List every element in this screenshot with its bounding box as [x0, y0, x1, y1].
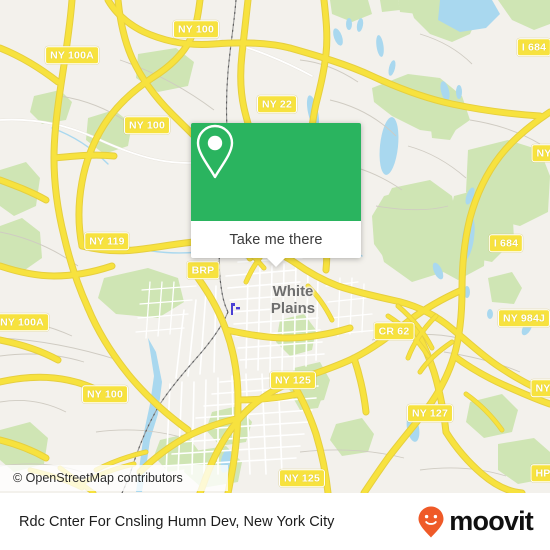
moovit-wordmark: moovit [449, 506, 534, 536]
road-shield[interactable]: NY 125 [278, 469, 326, 487]
popup-pointer-tail [267, 258, 285, 267]
road-shield[interactable]: NY [531, 144, 550, 162]
road-shield[interactable]: NY 984J [497, 309, 550, 327]
map-screenshot-root: .park{fill:#cfe5b4;} .water{fill:#a9d8ef… [0, 0, 550, 550]
place-label-white-plains: White Plains [271, 283, 315, 317]
footer-bar: Rdc Cnter For Cnsling Humn Dev, New York… [0, 493, 550, 550]
road-shield[interactable]: HP [530, 464, 550, 482]
road-shield[interactable]: NY 100 [123, 116, 171, 134]
road-shield[interactable]: NY 100A [45, 46, 99, 64]
road-shield[interactable]: NY 22 [257, 95, 297, 113]
road-shield[interactable]: I 684 [516, 38, 550, 56]
road-shield[interactable]: CR 62 [373, 322, 415, 340]
road-shield[interactable]: NY [530, 379, 550, 397]
location-popup-card[interactable]: Take me there [191, 123, 361, 267]
attribution-text: © OpenStreetMap contributors [13, 471, 183, 485]
road-shield[interactable]: BRP [186, 261, 220, 279]
popup-action-bar[interactable]: Take me there [191, 221, 361, 267]
road-shield[interactable]: NY 100 [81, 385, 129, 403]
moovit-pin-smile-icon [418, 506, 444, 537]
popup-header [191, 123, 361, 221]
road-shield[interactable]: NY 125 [269, 371, 317, 389]
place-label-line1: White [272, 283, 314, 300]
moovit-brand[interactable]: moovit [416, 505, 550, 539]
road-shield[interactable]: NY 100A [0, 313, 49, 331]
road-shield[interactable]: NY 100 [172, 20, 220, 38]
road-shield[interactable]: NY 127 [406, 404, 454, 422]
take-me-there-label: Take me there [229, 231, 323, 248]
road-shield[interactable]: I 684 [488, 234, 524, 252]
map-canvas[interactable]: .park{fill:#cfe5b4;} .water{fill:#a9d8ef… [0, 0, 550, 493]
road-shield[interactable]: NY 119 [84, 232, 130, 250]
place-title: Rdc Cnter For Cnsling Humn Dev, New York… [19, 513, 335, 530]
map-attribution[interactable]: © OpenStreetMap contributors [0, 465, 228, 491]
map-pin-icon [196, 124, 234, 179]
place-label-line2: Plains [270, 300, 316, 317]
